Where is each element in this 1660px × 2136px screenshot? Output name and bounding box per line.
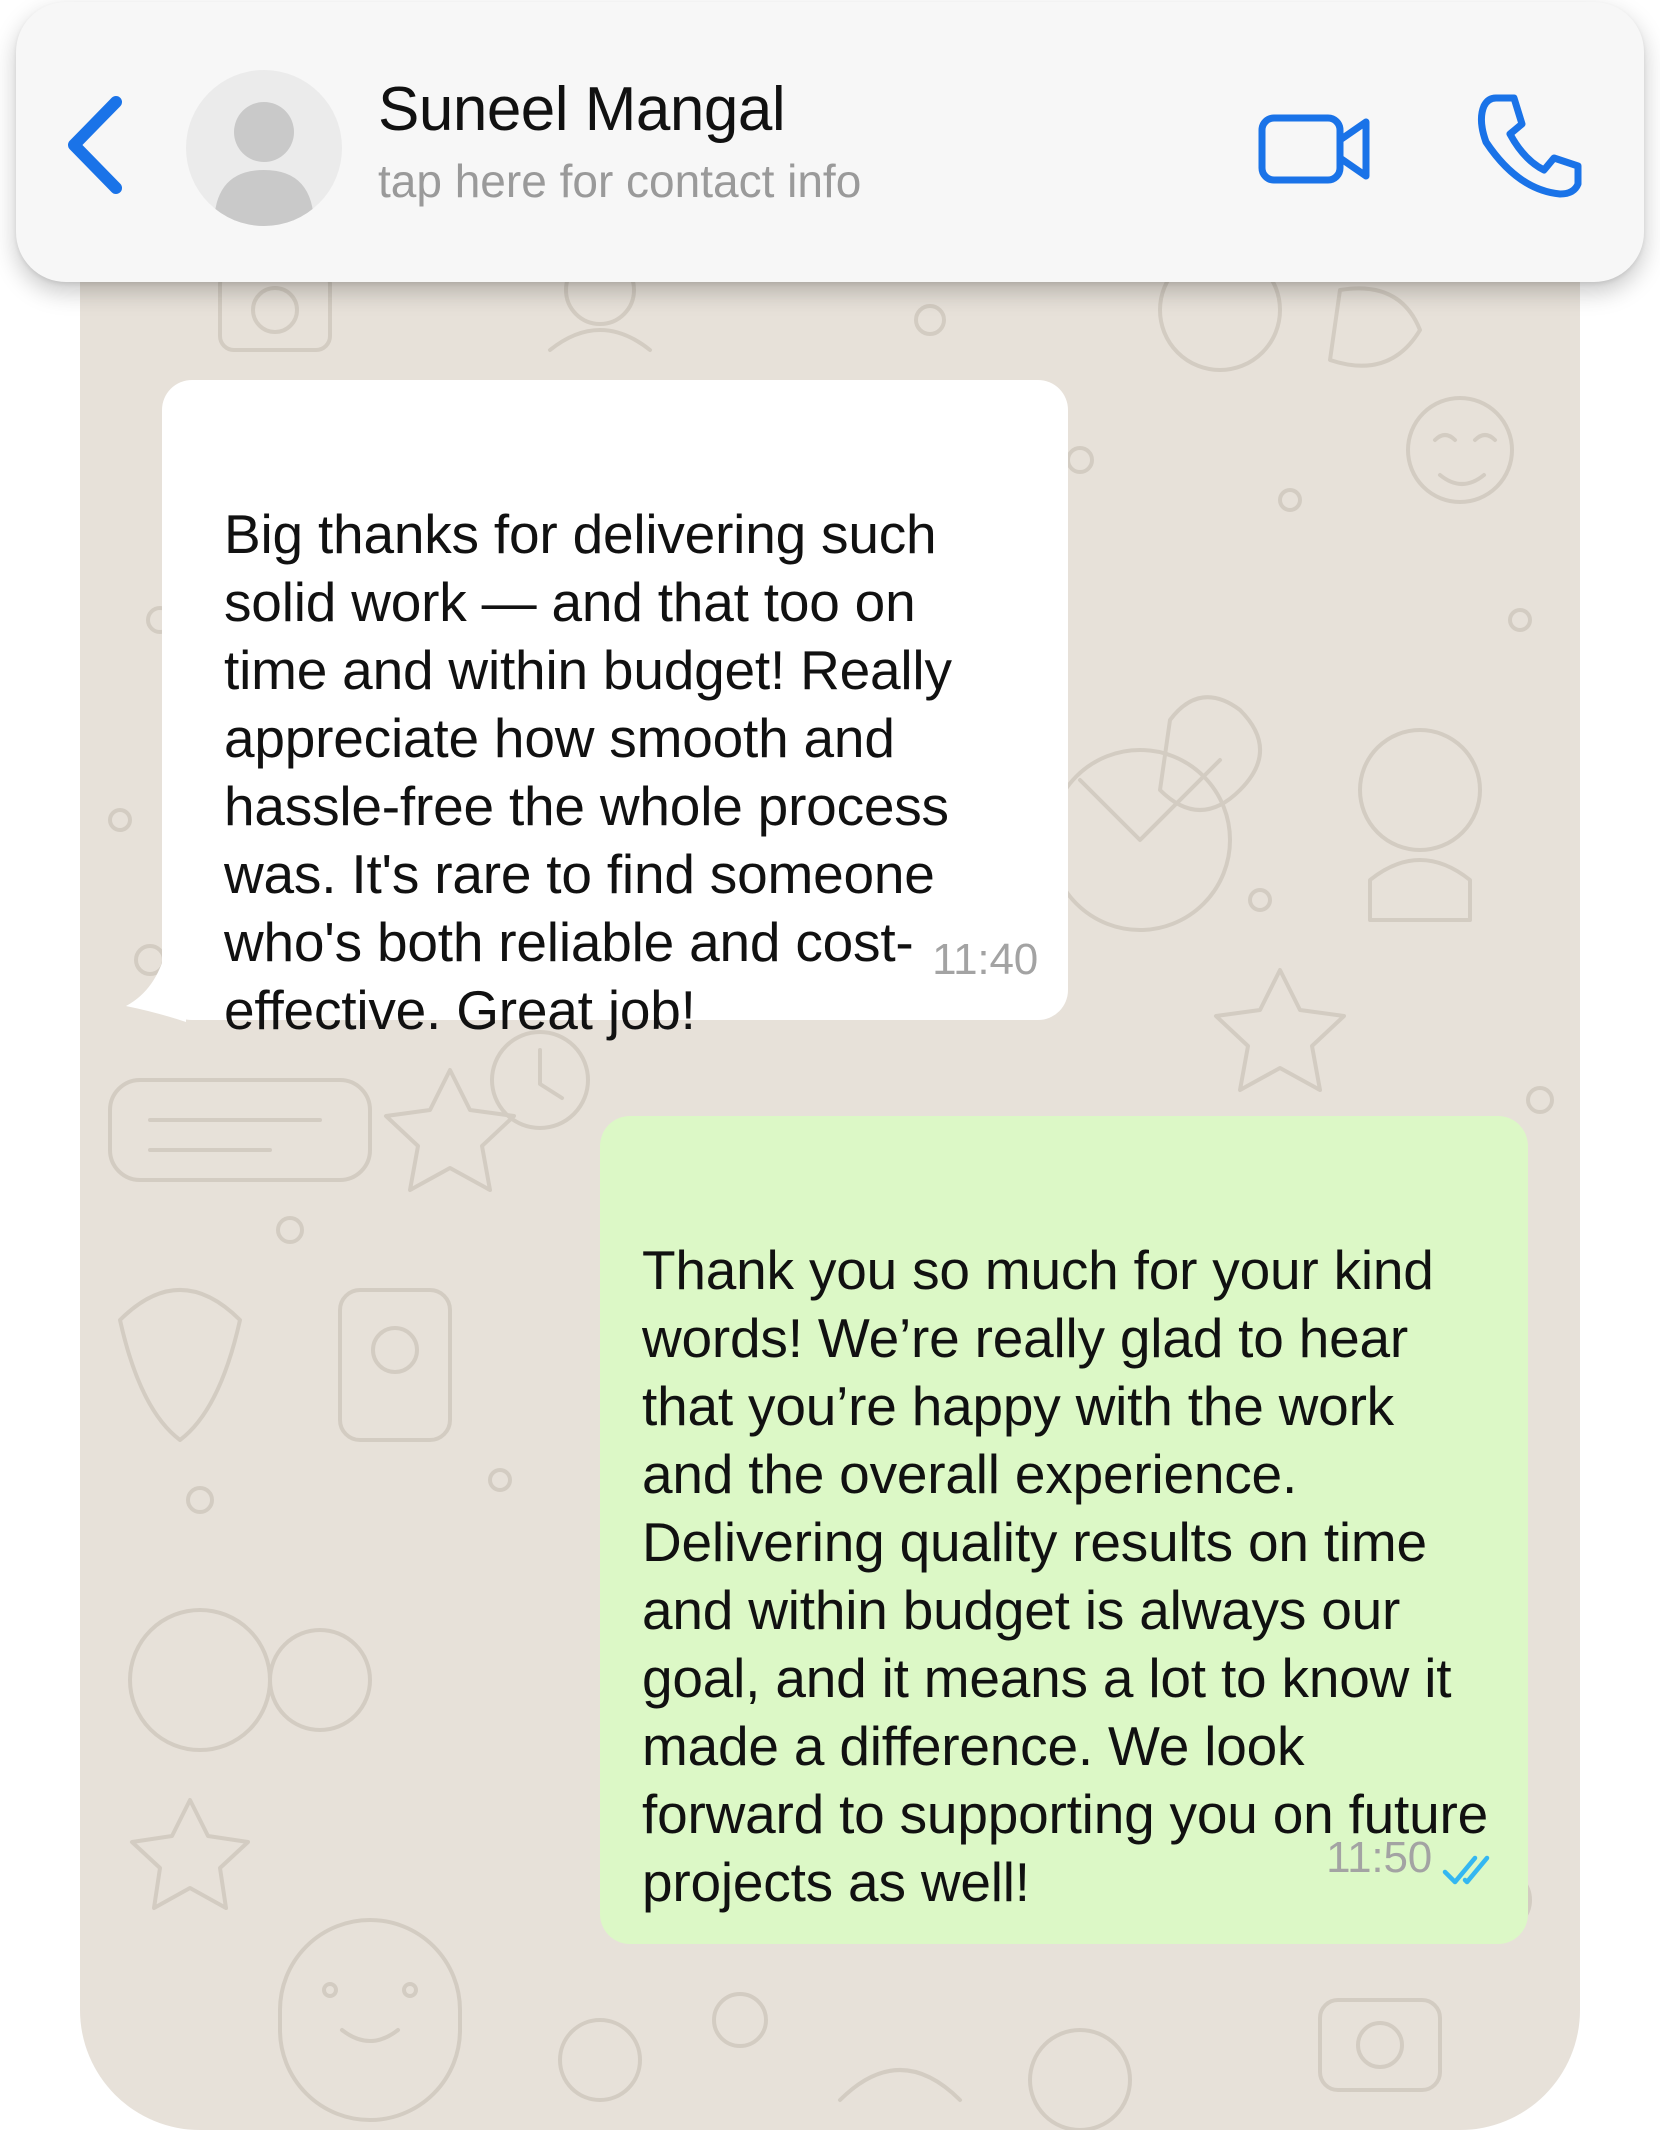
phone-icon [1477,94,1582,198]
back-button[interactable] [60,90,130,200]
double-check-read-icon [1442,1855,1490,1885]
incoming-message-bubble[interactable]: Big thanks for delivering such solid wor… [162,380,1068,1041]
chevron-left-icon [68,96,122,194]
contact-name[interactable]: Suneel Mangal [378,74,786,145]
message-timestamp: 11:50 [1326,1833,1432,1882]
chat-header: Suneel Mangal tap here for contact info [16,2,1644,282]
video-camera-icon [1258,114,1370,184]
outgoing-message-bubble[interactable]: Thank you so much for your kind words! W… [600,1116,1528,1944]
avatar[interactable] [186,70,342,226]
voice-call-button[interactable] [1474,90,1584,200]
message-timestamp: 11:40 [932,935,1038,984]
avatar-placeholder-icon [214,102,314,226]
video-call-button[interactable] [1256,110,1374,188]
chat-screen: Suneel Mangal tap here for contact info … [0,0,1660,2136]
message-text: Big thanks for delivering such solid wor… [224,503,952,1041]
contact-info-link[interactable]: tap here for contact info [378,154,861,208]
message-text: Thank you so much for your kind words! W… [642,1239,1489,1913]
